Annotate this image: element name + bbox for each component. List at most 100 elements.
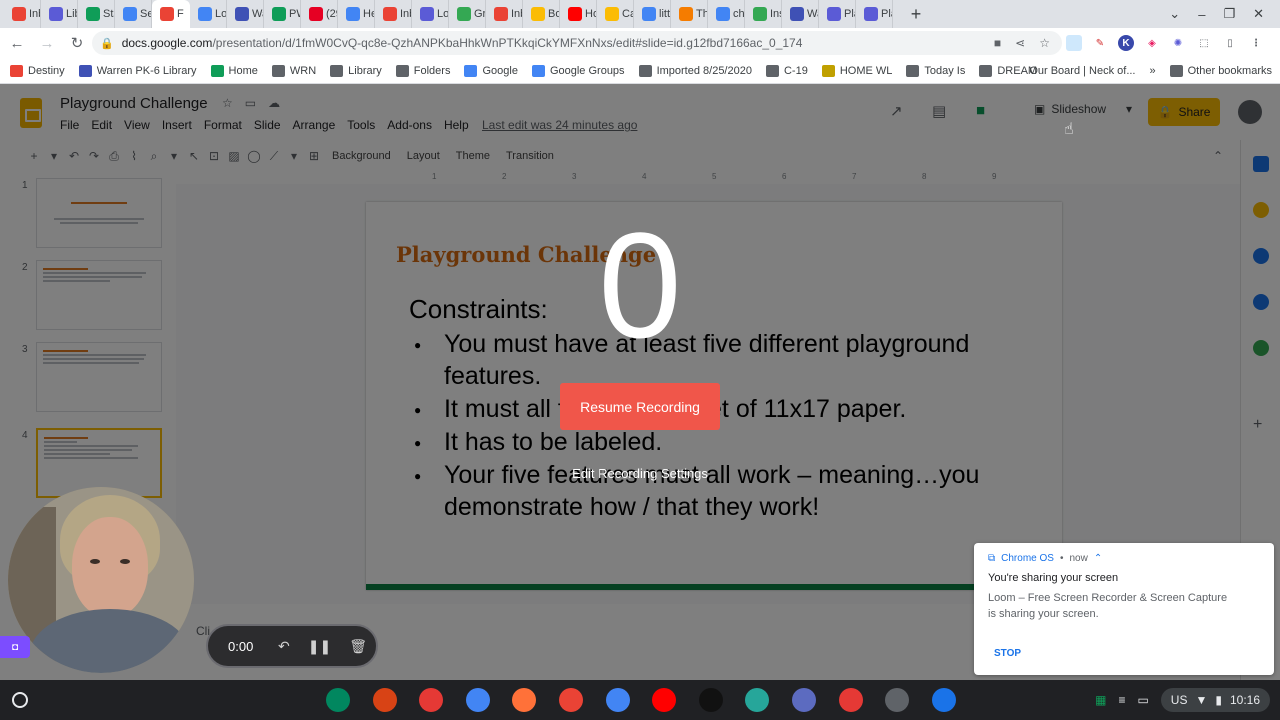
browser-tab[interactable]: Ca [597,0,634,28]
tab-label: ch [733,8,745,20]
tiktok-icon[interactable] [698,688,723,712]
browser-tab[interactable]: Ins [745,0,782,28]
browser-tab[interactable]: He [338,0,375,28]
bookmark-our-board[interactable]: Our Board | Neck of... [1029,65,1135,77]
extensions-icon[interactable]: ⬚ [1196,35,1212,51]
browser-tab[interactable]: Lo [190,0,227,28]
bookmark-item[interactable]: Library [330,64,382,77]
stop-sharing-button[interactable]: STOP [994,648,1021,659]
side-panel-icon[interactable]: ▯ [1222,35,1238,51]
gmail-icon[interactable] [559,688,583,712]
bookmark-star-icon[interactable]: ☆ [1039,36,1050,50]
browser-tab[interactable]: Lib [41,0,78,28]
resume-recording-button[interactable]: Resume Recording [560,383,720,430]
more-menu-icon[interactable]: ⋮ [1248,35,1264,51]
playlist-icon[interactable]: ≡ [1118,693,1125,707]
pen-extension-icon[interactable]: ✎ [1092,35,1108,51]
browser-tab[interactable]: F✕ [152,0,190,28]
settings-icon[interactable] [885,688,910,712]
drive-app-icon[interactable] [792,688,816,712]
bookmark-item[interactable]: Today Is [906,64,965,77]
bookmark-item[interactable]: HOME WL [821,64,893,77]
browser-tab[interactable]: (29 [301,0,338,28]
browser-tab[interactable]: Inb [4,0,41,28]
files-icon[interactable] [931,688,956,712]
sheets-tray-icon[interactable]: ▦ [1095,693,1106,707]
browser-tab[interactable]: PW [264,0,301,28]
browser-tab[interactable]: Gr [449,0,486,28]
bookmark-label: Destiny [28,64,65,77]
tab-label: Inb [511,8,522,20]
google-icon [716,7,730,21]
puzzle-extension-icon[interactable]: ✺ [1170,35,1186,51]
bookmark-item[interactable]: Google Groups [531,64,625,77]
play-store-icon[interactable] [326,688,350,712]
bookmark-item[interactable]: Destiny [10,64,65,77]
bookmark-item[interactable]: C-19 [765,64,808,77]
address-bar[interactable]: 🔒 docs.google.com/presentation/d/1fmW0Cv… [92,31,1062,55]
bookmark-item[interactable]: Imported 8/25/2020 [638,64,752,77]
back-icon[interactable]: ← [4,30,30,56]
browser-tab[interactable]: Pla [856,0,893,28]
bookmark-label: Imported 8/25/2020 [656,64,752,77]
browser-tab[interactable]: Ho [560,0,597,28]
launcher-icon[interactable] [12,692,28,708]
browser-tab[interactable]: Se [115,0,152,28]
extension-1-icon[interactable] [1066,35,1082,51]
bookmark-item[interactable]: Google [464,64,518,77]
bookmark-icon [10,64,23,77]
browser-tab[interactable]: Inb [375,0,412,28]
forward-icon[interactable]: → [34,30,60,56]
docs-icon [198,7,212,21]
restore-icon[interactable]: ❐ [1223,6,1235,22]
gmail-icon [494,7,508,21]
chrome-icon[interactable] [465,688,490,712]
loom-camera-toggle-icon[interactable]: ◘ [0,636,30,658]
browser-tab[interactable]: Wa [227,0,264,28]
system-tray[interactable]: US ▼ ▮ 10:16 [1160,688,1270,712]
locale-indicator: US [1170,693,1188,707]
pencil-app-icon[interactable] [372,688,397,712]
docs-icon[interactable] [605,688,630,712]
browser-tab[interactable]: Pla [819,0,856,28]
new-tab-icon[interactable]: + [903,1,929,27]
notification-expand-icon[interactable]: ⌃ [1094,553,1102,564]
bookmark-item[interactable]: Folders [395,64,450,77]
reload-icon[interactable]: ↻ [64,30,90,56]
minimize-icon[interactable]: – [1198,7,1205,22]
restart-icon[interactable]: ↶ [278,638,290,655]
screen-cast-icon[interactable]: ▭ [1137,693,1148,707]
pause-icon[interactable]: ❚❚ [308,638,331,655]
bookmarks-overflow-icon[interactable]: » [1150,65,1156,77]
bookmark-item[interactable]: Home [210,64,258,77]
trash-icon[interactable]: 🗑 [349,638,367,655]
loom-extension-icon[interactable]: ◈ [1144,35,1160,51]
edu-app-icon[interactable] [745,688,770,712]
lock-icon[interactable]: 🔒 [100,37,114,50]
youtube-icon[interactable] [652,688,677,712]
edit-recording-settings-link[interactable]: Edit Recording Settings [540,466,740,481]
bookmark-item[interactable]: WRN [271,64,316,77]
url-text[interactable]: docs.google.com/presentation/d/1fmW0CvQ-… [122,36,803,50]
webcam-bubble[interactable] [8,487,194,673]
bookmark-icon [821,64,835,77]
other-bookmarks[interactable]: Other bookmarks [1169,65,1272,77]
tab-search-icon[interactable]: ⌄ [1169,6,1180,22]
screencastify-icon[interactable] [419,688,444,712]
share-icon[interactable]: ⋖ [1015,36,1025,50]
browser-tab[interactable]: Wa [782,0,819,28]
camera-icon[interactable]: ■ [994,36,1001,50]
browser-tab[interactable]: Lo [412,0,449,28]
screenshot-app-icon[interactable] [838,688,863,712]
browser-tab[interactable]: litt [634,0,671,28]
bookmark-item[interactable]: Warren PK-6 Library [78,64,197,77]
firefox-icon[interactable] [512,688,537,712]
browser-tab[interactable]: Bo [523,0,560,28]
k-extension-icon[interactable]: K [1118,35,1134,51]
bookmark-label: HOME WL [839,64,893,77]
browser-tab[interactable]: Sta [78,0,115,28]
close-window-icon[interactable]: ✕ [1253,6,1264,22]
browser-tab[interactable]: Th [671,0,708,28]
browser-tab[interactable]: Inb [486,0,523,28]
browser-tab[interactable]: ch [708,0,745,28]
